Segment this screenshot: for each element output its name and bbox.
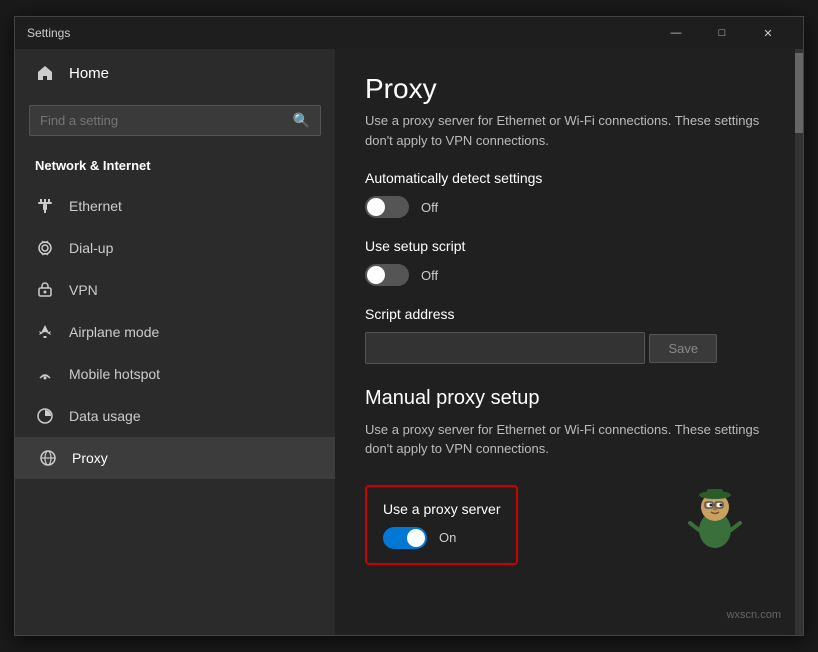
- titlebar: Settings — □ ✕: [15, 17, 803, 49]
- auto-section-desc: Use a proxy server for Ethernet or Wi-Fi…: [365, 111, 765, 150]
- sidebar-item-proxy-label: Proxy: [72, 450, 108, 466]
- sidebar-item-datausage[interactable]: Data usage: [15, 395, 335, 437]
- sidebar-item-vpn-label: VPN: [69, 282, 98, 298]
- auto-detect-row: Off: [365, 196, 765, 218]
- vpn-icon: [35, 280, 55, 300]
- sidebar-item-ethernet-label: Ethernet: [69, 198, 122, 214]
- main-content: Proxy Use a proxy server for Ethernet or…: [335, 49, 795, 635]
- minimize-button[interactable]: —: [653, 17, 699, 49]
- search-input[interactable]: [40, 113, 285, 128]
- use-proxy-highlight-box: Use a proxy server On: [365, 485, 518, 565]
- auto-detect-knob: [367, 198, 385, 216]
- mascot-image: [685, 485, 745, 555]
- manual-section-desc: Use a proxy server for Ethernet or Wi-Fi…: [365, 420, 765, 459]
- home-label: Home: [69, 65, 109, 82]
- dialup-icon: [35, 238, 55, 258]
- page-title: Proxy: [365, 73, 765, 105]
- sidebar-item-ethernet[interactable]: Ethernet: [15, 185, 335, 227]
- sidebar-item-vpn[interactable]: VPN: [15, 269, 335, 311]
- sidebar-item-airplane[interactable]: Airplane mode: [15, 311, 335, 353]
- watermark: wxscn.com: [727, 609, 781, 621]
- use-proxy-toggle[interactable]: [383, 527, 427, 549]
- airplane-icon: [35, 322, 55, 342]
- ethernet-icon: [35, 196, 55, 216]
- close-button[interactable]: ✕: [745, 17, 791, 49]
- sidebar: Home 🔍 Network & Internet: [15, 49, 335, 635]
- sidebar-item-hotspot-label: Mobile hotspot: [69, 366, 160, 382]
- sidebar-home[interactable]: Home: [15, 49, 335, 97]
- maximize-button[interactable]: □: [699, 17, 745, 49]
- home-icon: [35, 63, 55, 83]
- nav-section-title: Network & Internet: [15, 150, 335, 185]
- hotspot-icon: [35, 364, 55, 384]
- sidebar-item-datausage-label: Data usage: [69, 408, 141, 424]
- script-address-input[interactable]: [365, 332, 645, 364]
- manual-section-title: Manual proxy setup: [365, 387, 765, 410]
- use-proxy-knob: [407, 529, 425, 547]
- auto-detect-toggle[interactable]: [365, 196, 409, 218]
- setup-script-row: Off: [365, 264, 765, 286]
- search-icon: 🔍: [293, 112, 310, 129]
- datausage-icon: [35, 406, 55, 426]
- scrollbar[interactable]: [795, 49, 803, 635]
- window-controls: — □ ✕: [653, 17, 791, 49]
- sidebar-item-proxy[interactable]: Proxy: [15, 437, 335, 479]
- use-proxy-row: On: [383, 527, 500, 549]
- settings-window: Settings — □ ✕ Home 🔍: [14, 16, 804, 636]
- setup-script-knob: [367, 266, 385, 284]
- sidebar-item-airplane-label: Airplane mode: [69, 324, 159, 340]
- setup-script-toggle[interactable]: [365, 264, 409, 286]
- setup-script-label: Use setup script: [365, 238, 765, 254]
- auto-detect-state: Off: [421, 200, 438, 215]
- sidebar-item-hotspot[interactable]: Mobile hotspot: [15, 353, 335, 395]
- use-proxy-state: On: [439, 530, 456, 545]
- use-proxy-label: Use a proxy server: [383, 501, 500, 517]
- search-box[interactable]: 🔍: [29, 105, 321, 136]
- auto-detect-label: Automatically detect settings: [365, 170, 765, 186]
- content-area: Home 🔍 Network & Internet: [15, 49, 803, 635]
- sidebar-item-dialup-label: Dial-up: [69, 240, 113, 256]
- proxy-icon: [38, 448, 58, 468]
- scrollbar-thumb[interactable]: [795, 53, 803, 133]
- window-title: Settings: [27, 26, 653, 40]
- save-button[interactable]: Save: [649, 334, 717, 363]
- script-address-label: Script address: [365, 306, 765, 322]
- sidebar-item-dialup[interactable]: Dial-up: [15, 227, 335, 269]
- setup-script-state: Off: [421, 268, 438, 283]
